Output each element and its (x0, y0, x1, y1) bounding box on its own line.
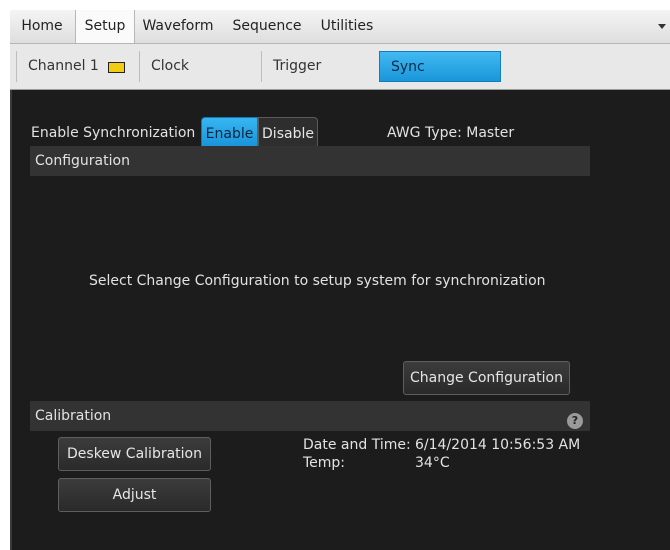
deskew-calibration-button[interactable]: Deskew Calibration (58, 437, 211, 471)
channel-color-swatch (108, 62, 125, 73)
adjust-button[interactable]: Adjust (58, 478, 211, 512)
awg-type-label: AWG Type: Master (387, 125, 515, 141)
menu-waveform[interactable]: Waveform (137, 10, 219, 43)
menu-utilities[interactable]: Utilities (313, 10, 381, 43)
tab-channel-1[interactable]: Channel 1 (16, 51, 140, 82)
chevron-down-icon[interactable] (658, 24, 666, 29)
setup-tab-bar: Channel 1 Clock Trigger Sync (10, 44, 670, 90)
main-menu-bar: Home Setup Waveform Sequence Utilities (10, 10, 670, 44)
temp-label: Temp: (303, 455, 346, 471)
enable-sync-label: Enable Synchronization (31, 125, 196, 141)
help-icon[interactable]: ? (567, 413, 583, 429)
tab-channel-1-label: Channel 1 (28, 58, 99, 74)
date-time-value: 6/14/2014 10:56:53 AM (415, 437, 581, 453)
tab-trigger[interactable]: Trigger (262, 51, 381, 82)
date-time-label: Date and Time: (303, 437, 411, 453)
app-window: Home Setup Waveform Sequence Utilities C… (10, 10, 670, 550)
configuration-section-header: Configuration (30, 146, 590, 176)
menu-home[interactable]: Home (13, 10, 71, 43)
menu-setup[interactable]: Setup (75, 10, 135, 43)
configuration-message: Select Change Configuration to setup sys… (89, 273, 546, 289)
menu-sequence[interactable]: Sequence (225, 10, 309, 43)
tab-clock[interactable]: Clock (140, 51, 262, 82)
change-configuration-button[interactable]: Change Configuration (403, 361, 570, 395)
temp-value: 34°C (415, 455, 450, 471)
tab-sync[interactable]: Sync (379, 51, 501, 82)
calibration-section-header: Calibration (30, 401, 590, 431)
